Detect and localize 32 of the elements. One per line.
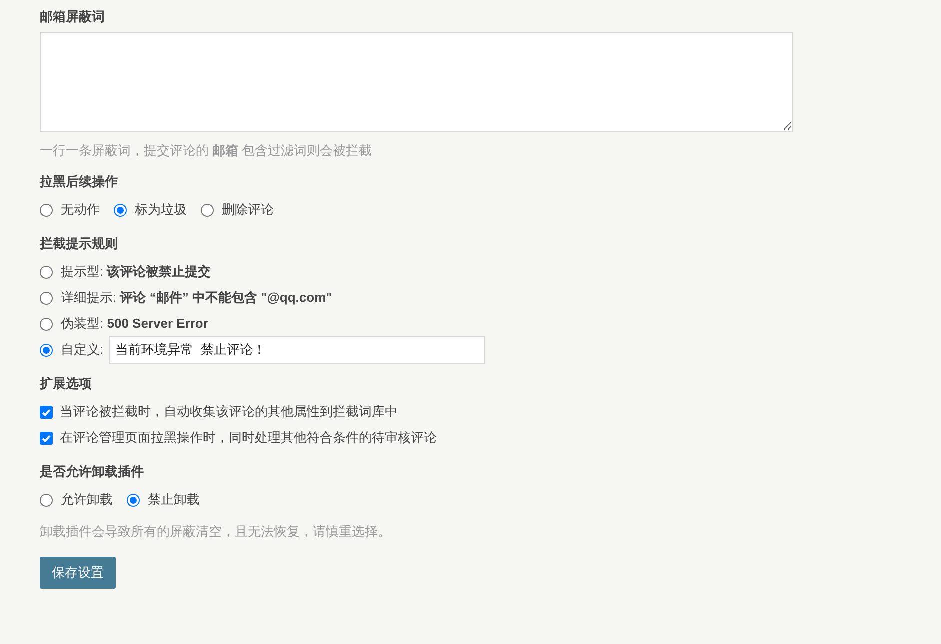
radio-label[interactable]: 允许卸载 [61, 491, 113, 509]
section-heading: 拉黑后续操作 [40, 173, 119, 191]
radio-button[interactable] [40, 344, 53, 356]
radio-button[interactable] [40, 292, 53, 304]
textarea-field[interactable] [40, 32, 793, 132]
radio-label[interactable]: 伪装型: 500 Server Error [61, 315, 208, 333]
input-field[interactable]: 当前环境异常 禁止评论！ [108, 336, 485, 364]
hint-text: 卸载插件会导致所有的屏蔽清空，且无法恢复，请慎重选择。 [40, 523, 392, 541]
radio-button[interactable] [40, 266, 53, 278]
radio-button[interactable] [201, 204, 214, 216]
section-heading: 是否允许卸载插件 [40, 463, 145, 481]
checkbox-label[interactable]: 当评论被拦截时，自动收集该评论的其他属性到拦截词库中 [60, 403, 398, 421]
radio-label[interactable]: 禁止卸载 [148, 491, 200, 509]
section-heading: 拦截提示规则 [40, 235, 119, 253]
checkbox-label[interactable]: 在评论管理页面拉黑操作时，同时处理其他符合条件的待审核评论 [60, 429, 437, 447]
radio-label[interactable]: 提示型: 该评论被禁止提交 [61, 263, 212, 281]
radio-label[interactable]: 删除评论 [222, 201, 274, 219]
hint-text: 一行一条屏蔽词，提交评论的 邮箱 包含过滤词则会被拦截 [40, 142, 374, 160]
section-heading: 扩展选项 [40, 375, 93, 393]
save-button[interactable]: 保存设置 [40, 557, 116, 589]
radio-button[interactable] [40, 318, 53, 330]
radio-label[interactable]: 自定义: [61, 341, 104, 359]
radio-button[interactable] [40, 494, 53, 506]
radio-label[interactable]: 详细提示: 评论 “邮件” 中不能包含 "@qq.com" [61, 289, 332, 307]
section-heading: 邮箱屏蔽词 [40, 8, 106, 26]
radio-label[interactable]: 标为垃圾 [135, 201, 187, 219]
radio-button[interactable] [40, 204, 53, 216]
checkbox[interactable] [40, 432, 53, 444]
radio-button[interactable] [114, 204, 127, 216]
radio-label[interactable]: 无动作 [61, 201, 100, 219]
checkbox[interactable] [40, 406, 53, 418]
radio-button[interactable] [127, 494, 140, 506]
